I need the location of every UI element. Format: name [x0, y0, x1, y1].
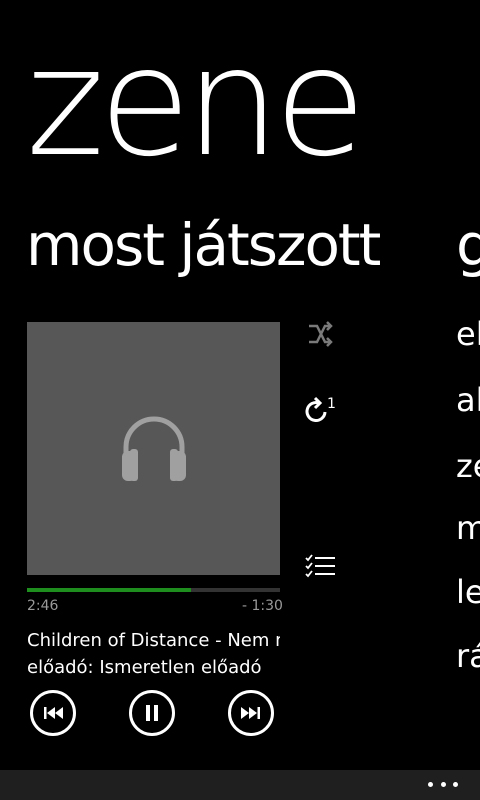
menu-item-peek[interactable]: al: [456, 380, 480, 420]
menu-item-peek[interactable]: rá: [456, 636, 480, 676]
progress-bar[interactable]: [27, 588, 280, 592]
app-title: zene: [26, 16, 366, 190]
next-section-title-peek[interactable]: g: [456, 208, 480, 282]
shuffle-icon[interactable]: [305, 320, 333, 348]
pause-icon: [146, 705, 158, 721]
more-dots-icon[interactable]: [428, 782, 458, 788]
next-icon: [241, 707, 260, 719]
pause-button[interactable]: [129, 690, 175, 736]
previous-icon: [44, 707, 63, 719]
menu-item-peek[interactable]: ze: [456, 446, 480, 486]
playlist-icon[interactable]: [305, 552, 337, 580]
menu-item-peek[interactable]: m: [456, 508, 480, 548]
next-button[interactable]: [228, 690, 274, 736]
progress-fill: [27, 588, 192, 592]
previous-button[interactable]: [30, 690, 76, 736]
artist-name: előadó: Ismeretlen előadó: [27, 657, 262, 678]
track-title: Children of Distance - Nem m: [27, 630, 280, 651]
menu-item-peek[interactable]: le: [456, 572, 480, 612]
headphones-icon: [121, 416, 186, 481]
remaining-time: - 1:30: [242, 598, 283, 614]
repeat-one-icon[interactable]: 1: [305, 396, 339, 424]
album-art[interactable]: [27, 322, 280, 575]
section-title-most-played: most játszott: [26, 211, 381, 279]
repeat-count-badge: 1: [327, 396, 336, 412]
elapsed-time: 2:46: [27, 598, 59, 614]
menu-item-peek[interactable]: el: [456, 314, 480, 354]
app-bar: [0, 770, 480, 800]
